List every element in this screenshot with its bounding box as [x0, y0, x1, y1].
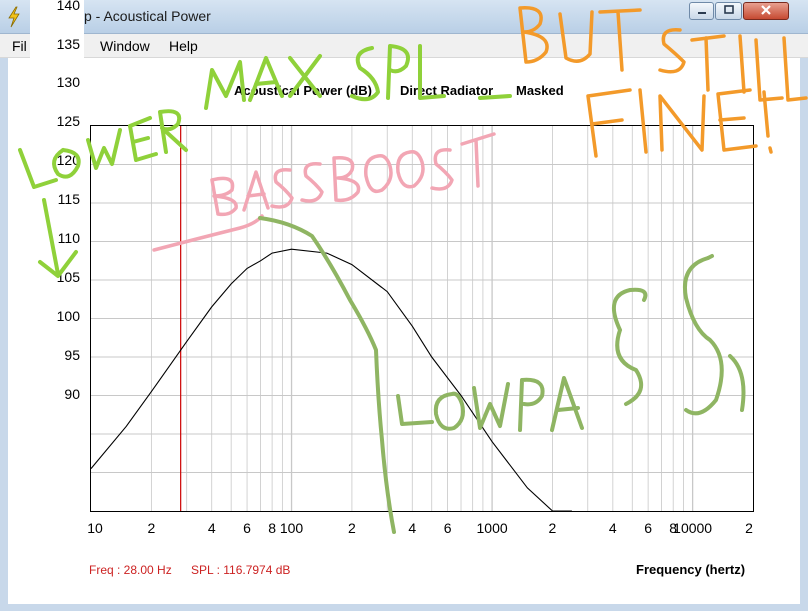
chart-overlay: [90, 126, 753, 512]
status-frequency: Freq : 28.00 Hz: [89, 563, 172, 577]
x-axis-label: Frequency (hertz): [636, 562, 746, 577]
power-curve: [90, 248, 572, 512]
status-spl: SPL : 116.7974 dB: [191, 563, 291, 577]
